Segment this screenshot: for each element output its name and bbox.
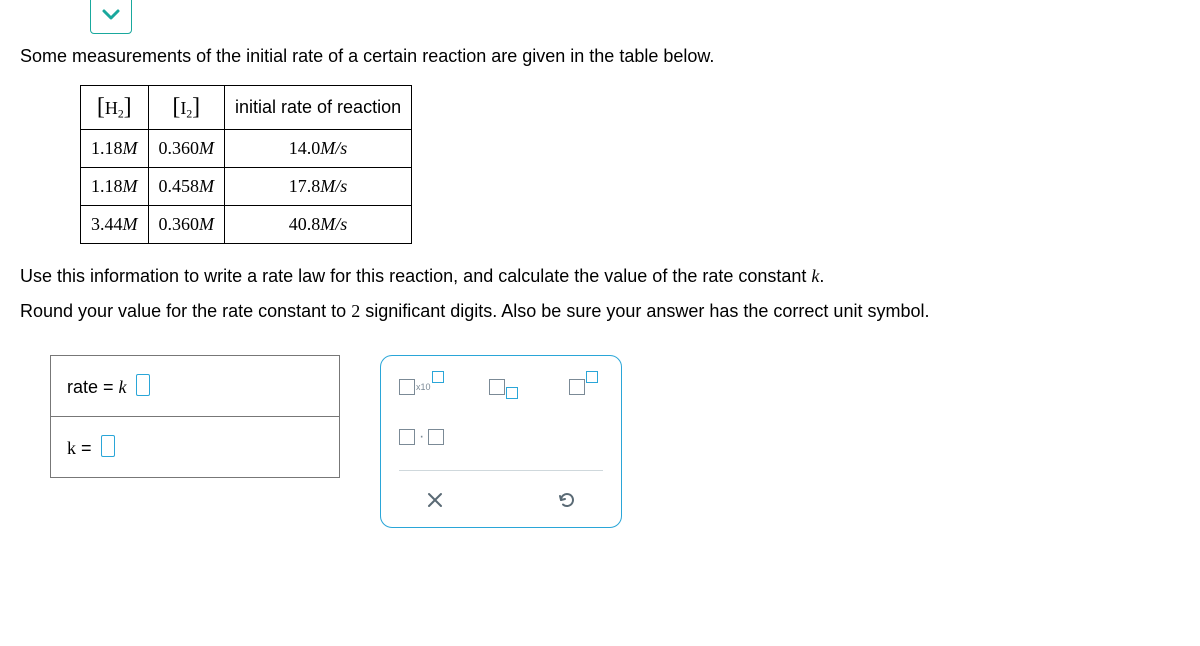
undo-button[interactable]: [547, 483, 587, 517]
table-row: 3.44M 0.360M 40.8M/s: [81, 206, 412, 244]
header-h2: [H2]: [81, 86, 149, 130]
subscript-button[interactable]: [483, 370, 523, 404]
equation-tool-panel: x10 ·: [380, 355, 622, 528]
intro-text: Some measurements of the initial rate of…: [20, 44, 1180, 69]
expand-toggle[interactable]: [90, 0, 132, 34]
table-row: 1.18M 0.458M 17.8M/s: [81, 168, 412, 206]
header-i2: [I2]: [148, 86, 225, 130]
multiply-template-button[interactable]: ·: [399, 420, 444, 454]
undo-icon: [557, 490, 577, 510]
instruction-2: Round your value for the rate constant t…: [20, 299, 1180, 324]
superscript-button[interactable]: [563, 370, 603, 404]
chevron-down-icon: [101, 8, 121, 22]
k-value-input-cell[interactable]: k =: [51, 416, 340, 477]
k-value-placeholder[interactable]: [101, 435, 115, 457]
instruction-1: Use this information to write a rate law…: [20, 264, 1180, 289]
close-icon: [426, 491, 444, 509]
header-rate: initial rate of reaction: [225, 86, 412, 130]
answer-boxes: rate = k k =: [50, 355, 340, 478]
measurements-table: [H2] [I2] initial rate of reaction 1.18M…: [80, 85, 412, 244]
table-row: 1.18M 0.360M 14.0M/s: [81, 130, 412, 168]
clear-button[interactable]: [415, 483, 455, 517]
scientific-notation-button[interactable]: x10: [399, 370, 443, 404]
rate-law-input-cell[interactable]: rate = k: [51, 355, 340, 416]
rate-law-placeholder[interactable]: [136, 374, 150, 396]
